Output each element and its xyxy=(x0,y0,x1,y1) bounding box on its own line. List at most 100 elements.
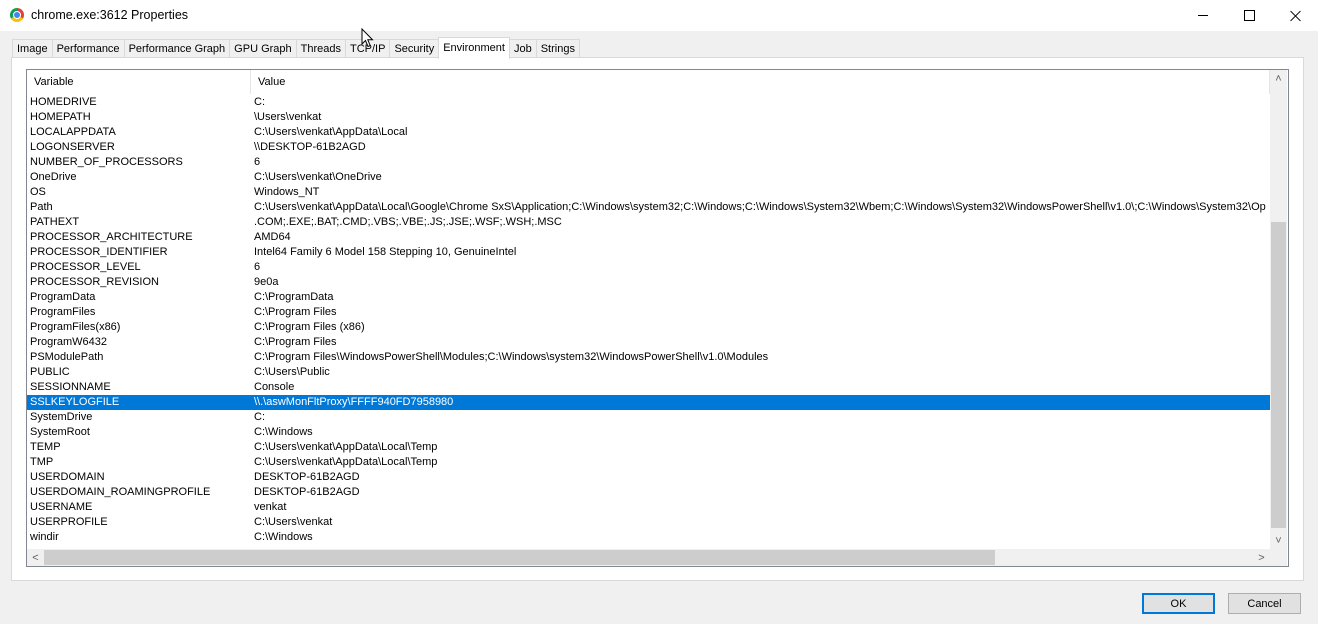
minimize-icon xyxy=(1198,15,1208,16)
scroll-down-icon[interactable]: ˅ xyxy=(1270,532,1287,549)
ok-button[interactable]: OK xyxy=(1142,593,1215,614)
table-row[interactable]: TMP C:\Users\venkat\AppData\Local\Temp xyxy=(27,455,1270,470)
tab-strings[interactable]: Strings xyxy=(535,39,580,59)
table-row[interactable]: SESSIONNAME Console xyxy=(27,380,1270,395)
value-cell: C:\Windows xyxy=(254,531,313,543)
column-header-value[interactable]: Value xyxy=(251,70,1270,94)
variable-cell: TMP xyxy=(30,456,54,468)
variable-cell: LOGONSERVER xyxy=(30,141,115,153)
variable-cell: SESSIONNAME xyxy=(30,381,111,393)
variable-cell: PSModulePath xyxy=(30,351,104,363)
table-row[interactable]: SystemRoot C:\Windows xyxy=(27,425,1270,440)
table-row[interactable]: PSModulePath C:\Program Files\WindowsPowe… xyxy=(27,350,1270,365)
table-row[interactable]: SystemDrive C: xyxy=(27,410,1270,425)
table-row[interactable]: ProgramFiles(x86) C:\Program Files (x86) xyxy=(27,320,1270,335)
table-row[interactable]: LOGONSERVER \\DESKTOP-61B2AGD xyxy=(27,140,1270,155)
table-row[interactable]: PATHEXT .COM;.EXE;.BAT;.CMD;.VBS;.VBE;.JS… xyxy=(27,215,1270,230)
value-cell: C:\ProgramData xyxy=(254,291,334,303)
value-cell: 6 xyxy=(254,261,261,273)
variable-cell: SystemDrive xyxy=(30,411,93,423)
close-button[interactable] xyxy=(1272,0,1318,31)
cancel-button[interactable]: Cancel xyxy=(1228,593,1301,614)
table-row[interactable]: HOMEDRIVE C: xyxy=(27,95,1270,110)
variable-cell: PUBLIC xyxy=(30,366,70,378)
value-cell: 6 xyxy=(254,156,261,168)
minimize-button[interactable] xyxy=(1180,0,1226,31)
table-row[interactable]: NUMBER_OF_PROCESSORS 6 xyxy=(27,155,1270,170)
tab-performance-graph[interactable]: Performance Graph xyxy=(123,39,231,59)
tab-performance[interactable]: Performance xyxy=(51,39,125,59)
value-cell: C:\Users\venkat\AppData\Local\Temp xyxy=(254,456,438,468)
variable-cell: USERNAME xyxy=(30,501,93,513)
table-row[interactable]: OS Windows_NT xyxy=(27,185,1270,200)
variable-cell: PROCESSOR_ARCHITECTURE xyxy=(30,231,193,243)
table-row[interactable]: OneDrive C:\Users\venkat\OneDrive xyxy=(27,170,1270,185)
value-cell: C:\Users\venkat\AppData\Local\Temp xyxy=(254,441,438,453)
value-cell: C:\Users\venkat xyxy=(254,516,333,528)
window-title: chrome.exe:3612 Properties xyxy=(31,8,189,22)
table-row[interactable]: TEMP C:\Users\venkat\AppData\Local\Temp xyxy=(27,440,1270,455)
table-row[interactable]: HOMEPATH \Users\venkat xyxy=(27,110,1270,125)
table-row[interactable]: SSLKEYLOGFILE \\.\aswMonFltProxy\FFFF940F… xyxy=(27,395,1270,410)
variable-cell: windir xyxy=(30,531,59,543)
table-row[interactable]: USERDOMAIN DESKTOP-61B2AGD xyxy=(27,470,1270,485)
column-header-variable[interactable]: Variable xyxy=(27,70,251,94)
vertical-scroll-thumb[interactable] xyxy=(1271,222,1286,528)
table-row[interactable]: ProgramW6432 C:\Program Files xyxy=(27,335,1270,350)
variable-cell: PATHEXT xyxy=(30,216,80,228)
variable-cell: ProgramW6432 xyxy=(30,336,108,348)
variable-cell: OS xyxy=(30,186,46,198)
value-cell: Windows_NT xyxy=(254,186,320,198)
variable-cell: Path xyxy=(30,201,53,213)
value-cell: C:\Users\venkat\AppData\Local xyxy=(254,126,408,138)
value-cell: C:\Program Files xyxy=(254,336,337,348)
maximize-button[interactable] xyxy=(1226,0,1272,31)
value-cell: C:\Users\venkat\OneDrive xyxy=(254,171,382,183)
tab-gpu-graph[interactable]: GPU Graph xyxy=(229,39,297,59)
list-header: Variable Value xyxy=(27,70,1270,94)
table-row[interactable]: PROCESSOR_LEVEL 6 xyxy=(27,260,1270,275)
value-cell: venkat xyxy=(254,501,287,513)
table-row[interactable]: USERPROFILE C:\Users\venkat xyxy=(27,515,1270,530)
table-row[interactable]: PROCESSOR_ARCHITECTURE AMD64 xyxy=(27,230,1270,245)
variable-cell: USERDOMAIN xyxy=(30,471,105,483)
table-row[interactable]: PROCESSOR_IDENTIFIER Intel64 Family 6 Mod… xyxy=(27,245,1270,260)
table-row[interactable]: USERDOMAIN_ROAMINGPROFILE DESKTOP-61B2AGD xyxy=(27,485,1270,500)
tab-threads[interactable]: Threads xyxy=(295,39,346,59)
scroll-up-icon[interactable]: ˄ xyxy=(1270,70,1287,87)
scroll-left-icon[interactable]: ˂ xyxy=(27,549,44,566)
vertical-scrollbar[interactable]: ˄ ˅ xyxy=(1270,70,1287,549)
title-bar[interactable]: chrome.exe:3612 Properties xyxy=(0,0,1318,31)
variable-cell: ProgramData xyxy=(30,291,96,303)
tab-strip: Image Performance Performance Graph GPU Gra… xyxy=(12,37,580,59)
value-cell: AMD64 xyxy=(254,231,291,243)
value-cell: C:\Users\venkat\AppData\Local\Google\Chr… xyxy=(254,201,1266,213)
value-cell: C:\Users\Public xyxy=(254,366,330,378)
table-row[interactable]: PUBLIC C:\Users\Public xyxy=(27,365,1270,380)
value-cell: C:\Program Files\WindowsPowerShell\Modul… xyxy=(254,351,769,363)
list-rows: HOMEDRIVE C: HOMEPATH \Users\venkat LOCALAPP… xyxy=(27,95,1270,547)
value-cell: C:\Windows xyxy=(254,426,313,438)
table-row[interactable]: PROCESSOR_REVISION 9e0a xyxy=(27,275,1270,290)
value-cell: .COM;.EXE;.BAT;.CMD;.VBS;.VBE;.JS;.JSE;.… xyxy=(254,216,562,228)
table-row[interactable]: ProgramFiles C:\Program Files xyxy=(27,305,1270,320)
tab-security[interactable]: Security xyxy=(389,39,440,59)
tab-image[interactable]: Image xyxy=(12,39,53,59)
environment-list[interactable]: Variable Value HOMEDRIVE C: HOMEPATH \Users… xyxy=(26,69,1289,567)
table-row[interactable]: ProgramData C:\ProgramData xyxy=(27,290,1270,305)
scroll-right-icon[interactable]: ˃ xyxy=(1253,549,1270,566)
variable-cell: PROCESSOR_REVISION xyxy=(30,276,159,288)
variable-cell: PROCESSOR_LEVEL xyxy=(30,261,141,273)
variable-cell: HOMEPATH xyxy=(30,111,91,123)
table-row[interactable]: windir C:\Windows xyxy=(27,530,1270,545)
tab-environment[interactable]: Environment xyxy=(438,37,510,59)
value-cell: DESKTOP-61B2AGD xyxy=(254,486,360,498)
horizontal-scrollbar[interactable]: ˂ ˃ xyxy=(27,549,1270,566)
value-cell: \Users\venkat xyxy=(254,111,322,123)
table-row[interactable]: LOCALAPPDATA C:\Users\venkat\AppData\Loca… xyxy=(27,125,1270,140)
value-cell: C: xyxy=(254,96,265,108)
tab-job[interactable]: Job xyxy=(508,39,537,59)
table-row[interactable]: USERNAME venkat xyxy=(27,500,1270,515)
table-row[interactable]: Path C:\Users\venkat\AppData\Local\Google… xyxy=(27,200,1270,215)
horizontal-scroll-thumb[interactable] xyxy=(44,550,995,565)
